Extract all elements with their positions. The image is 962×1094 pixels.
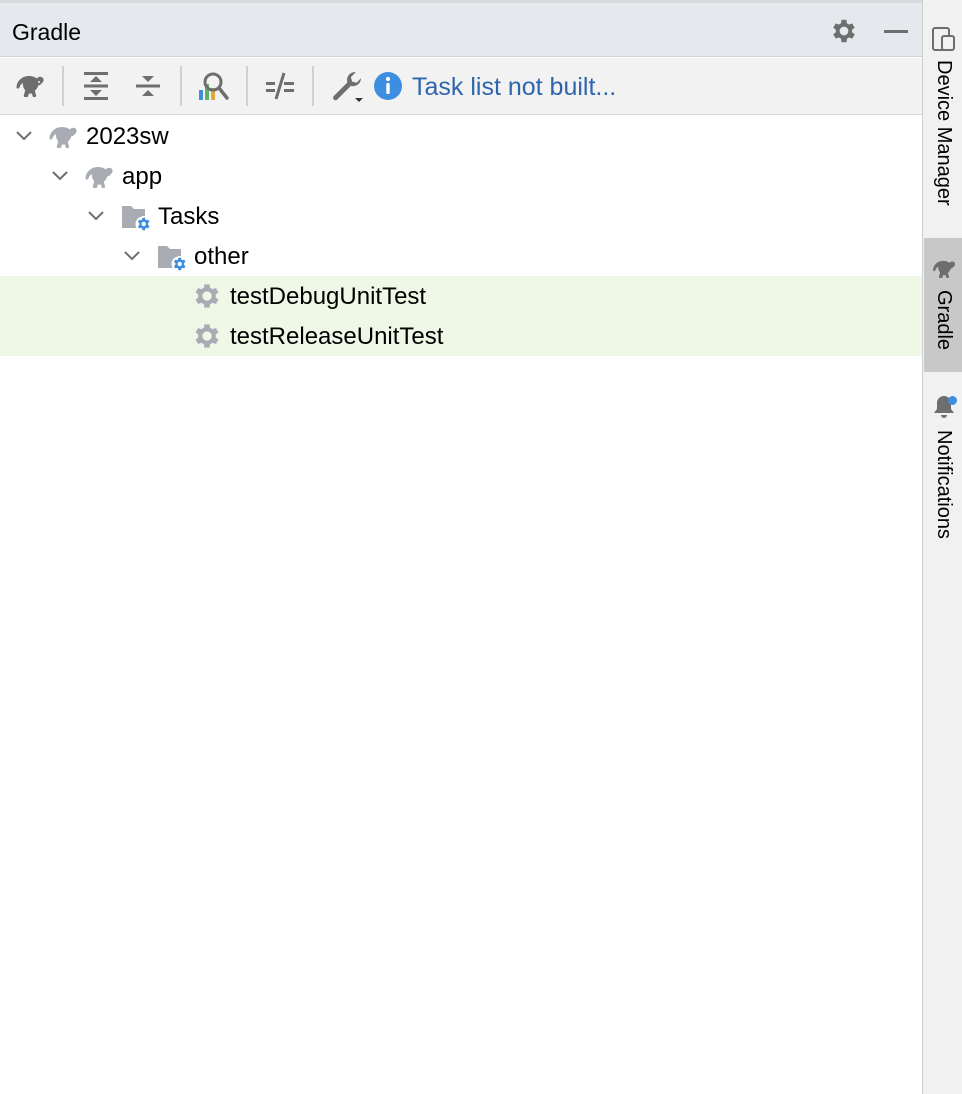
task-gear-icon [195,324,219,348]
task-folder-icon [158,246,187,272]
minimize-icon[interactable] [882,17,910,45]
chevron-down-icon[interactable] [51,167,69,185]
toggle-offline-icon[interactable] [262,68,298,104]
gradle-elephant-icon [933,260,956,278]
tool-window-title: Gradle [12,19,82,45]
tree-node-root-project[interactable]: 2023sw [0,116,922,156]
chevron-down-icon[interactable] [87,207,105,225]
tree-node-tasks[interactable]: Tasks [0,196,922,236]
tool-window-header: Gradle [0,3,922,57]
stripe-label: Gradle [933,290,955,351]
device-manager-icon [932,27,955,51]
analyze-dependencies-icon[interactable] [195,68,231,104]
chevron-down-icon[interactable] [123,247,141,265]
build-tool-settings-icon[interactable] [329,68,365,104]
gear-icon[interactable] [829,16,859,46]
tree-node-label: Tasks [158,203,220,230]
notification-badge [948,396,957,405]
right-tool-stripe: Device Manager Gradle Notifications [922,0,962,1094]
collapse-all-icon[interactable] [130,68,166,104]
stripe-label: Notifications [933,430,955,539]
stripe-button-device-manager[interactable]: Device Manager [924,20,962,225]
toolbar-separator [62,66,64,106]
tree-node-module-app[interactable]: app [0,156,922,196]
stripe-button-notifications[interactable]: Notifications [924,390,962,560]
tree-node-label: 2023sw [86,123,169,150]
stripe-label: Device Manager [933,60,955,206]
gradle-tool-window: Gradle Task list not built... 2023sw app… [0,0,922,1094]
task-list-not-built-link[interactable]: Task list not built... [412,73,616,102]
stripe-button-gradle[interactable]: Gradle [924,238,962,372]
gradle-reload-icon[interactable] [12,68,48,104]
tree-node-label: testReleaseUnitTest [230,323,444,350]
gradle-elephant-icon [85,167,113,188]
gradle-elephant-icon [49,127,77,148]
tree-node-label: app [122,163,163,190]
tree-node-task-testReleaseUnitTest[interactable]: testReleaseUnitTest [0,316,922,356]
toolbar-separator [180,66,182,106]
task-gear-icon [195,284,219,308]
chevron-down-icon[interactable] [15,127,33,145]
expand-all-icon[interactable] [78,68,114,104]
toolbar-separator [312,66,314,106]
gradle-toolbar: Task list not built... [0,58,922,115]
tree-node-label: other [194,243,249,270]
tree-node-task-testDebugUnitTest[interactable]: testDebugUnitTest [0,276,922,316]
tree-node-task-group-other[interactable]: other [0,236,922,276]
tree-node-label: testDebugUnitTest [230,283,427,310]
toolbar-separator [246,66,248,106]
info-icon [374,72,402,100]
task-folder-icon [122,206,151,232]
